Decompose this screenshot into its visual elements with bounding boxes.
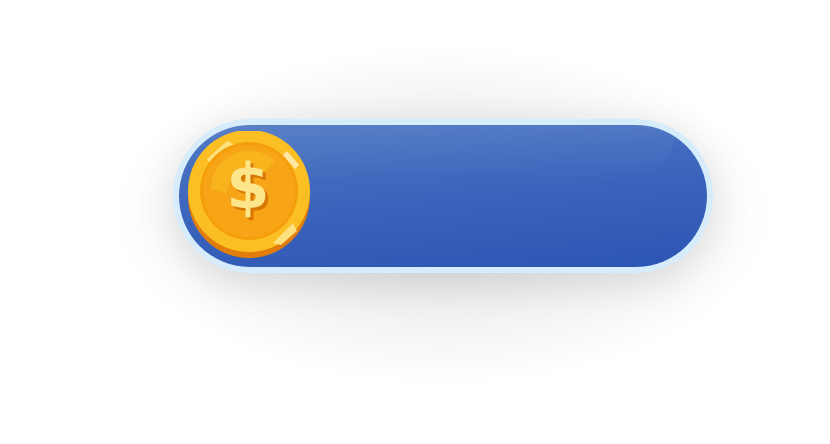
game-hud: $ $	[0, 0, 830, 444]
gold-dollar-coin-icon: $ $	[188, 131, 310, 258]
svg-text:$: $	[226, 150, 269, 223]
